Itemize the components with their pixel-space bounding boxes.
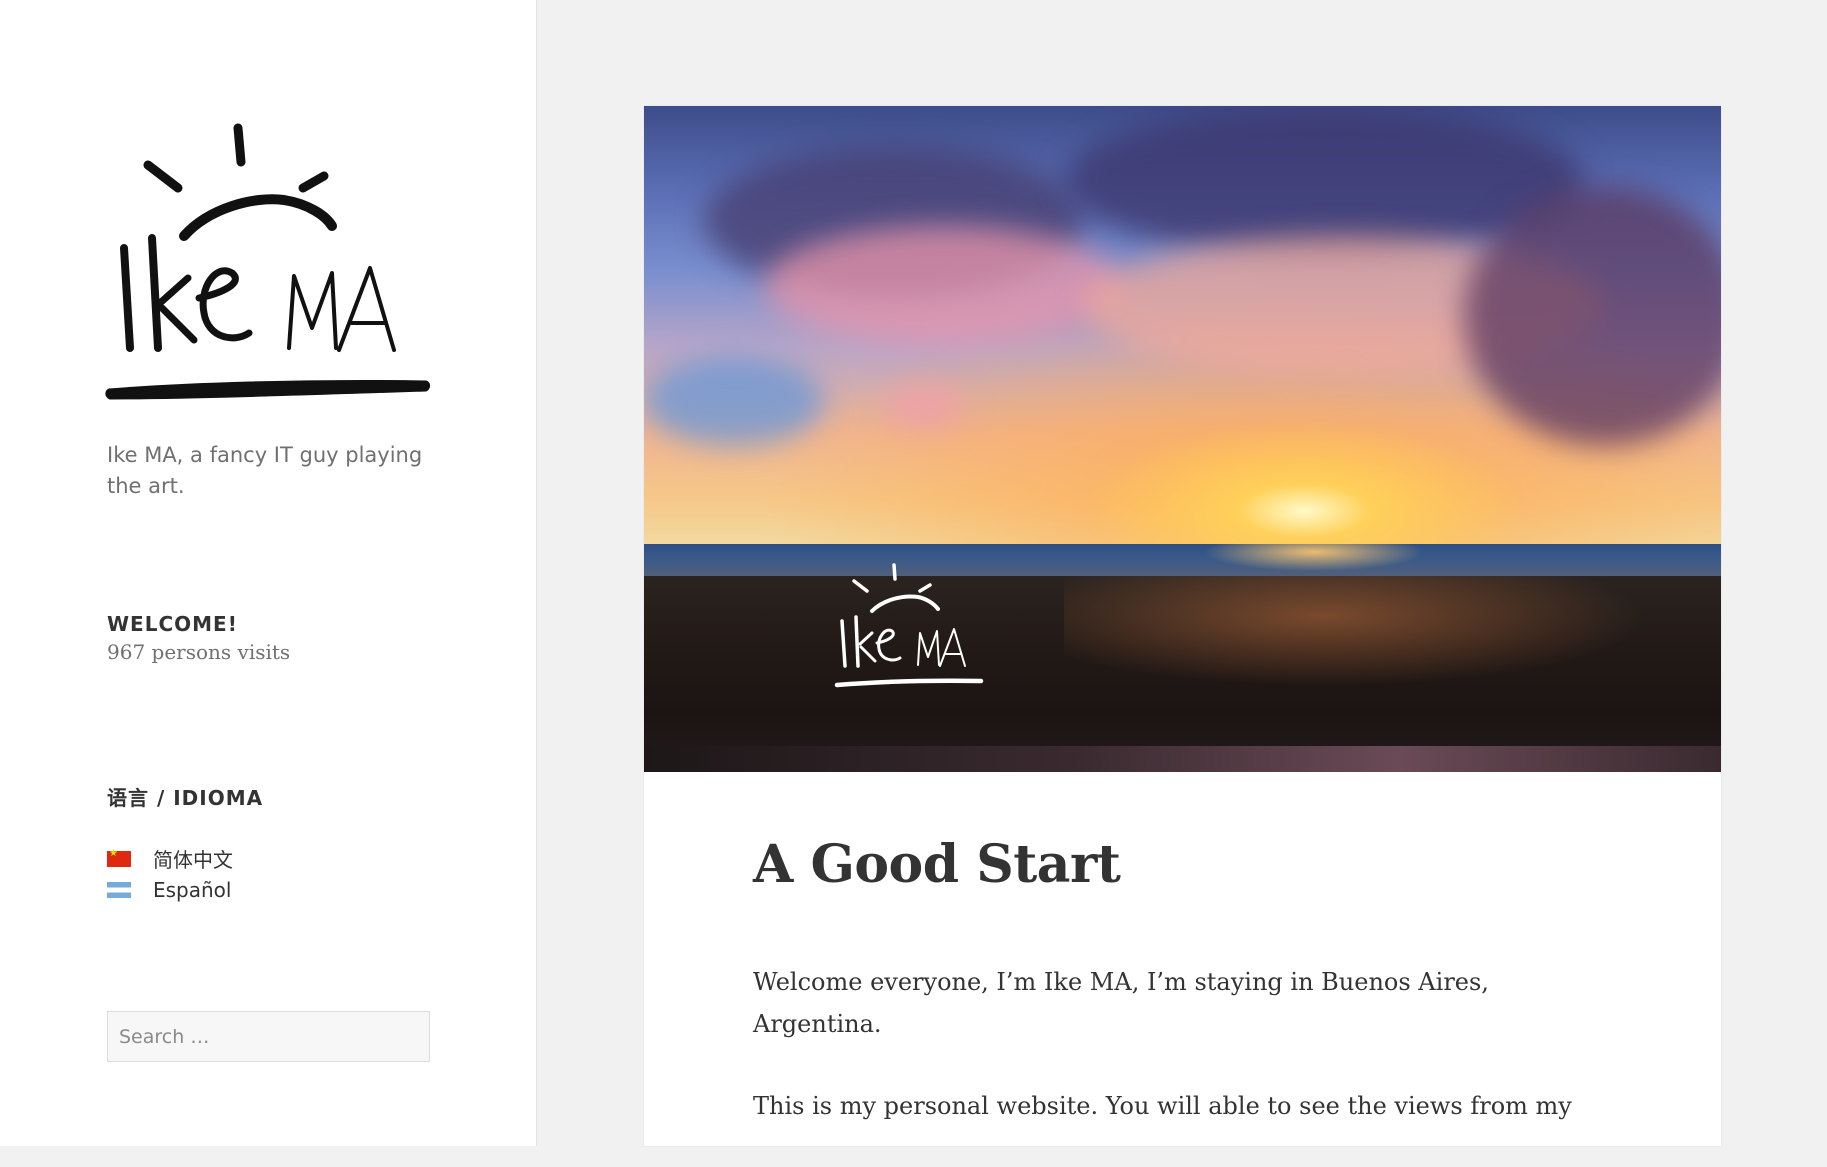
- ar-flag-icon: [107, 881, 131, 898]
- post-title[interactable]: A Good Start: [753, 834, 1121, 895]
- cn-flag-icon: [107, 848, 131, 867]
- post-paragraph: This is my personal website. You will ab…: [753, 1092, 1572, 1120]
- welcome-widget: WELCOME! 967 persons visits: [107, 612, 290, 664]
- cloud: [884, 386, 964, 426]
- welcome-title: WELCOME!: [107, 612, 238, 636]
- language-label[interactable]: 简体中文: [153, 844, 233, 873]
- site-logo[interactable]: [104, 118, 436, 408]
- language-title: 语言 / IDIOMA: [107, 786, 264, 810]
- language-item-chinese[interactable]: 简体中文: [107, 843, 263, 874]
- water-reflection: [644, 746, 1721, 772]
- post-article: A Good Start Welcome everyone, I’m Ike M…: [644, 106, 1721, 1146]
- language-label[interactable]: Español: [153, 878, 231, 902]
- search-input[interactable]: [107, 1011, 430, 1062]
- post-paragraph: Welcome everyone, I’m Ike MA, I’m stayin…: [753, 968, 1489, 1038]
- image-watermark-logo: [834, 563, 984, 688]
- language-item-spanish[interactable]: Español: [107, 874, 263, 905]
- sidebar: Ike MA, a fancy IT guy playing the art. …: [0, 0, 537, 1146]
- post-content: Welcome everyone, I’m Ike MA, I’m stayin…: [753, 961, 1603, 1167]
- visit-counter: 967 persons visits: [107, 640, 291, 664]
- cloud: [764, 226, 1124, 346]
- featured-image[interactable]: [644, 106, 1721, 772]
- language-widget: 语言 / IDIOMA 简体中文 Español: [107, 782, 263, 905]
- land-glow: [1064, 576, 1721, 716]
- cloud: [644, 356, 824, 446]
- site-tagline: Ike MA, a fancy IT guy playing the art.: [107, 443, 423, 498]
- language-list: 简体中文 Español: [107, 843, 263, 905]
